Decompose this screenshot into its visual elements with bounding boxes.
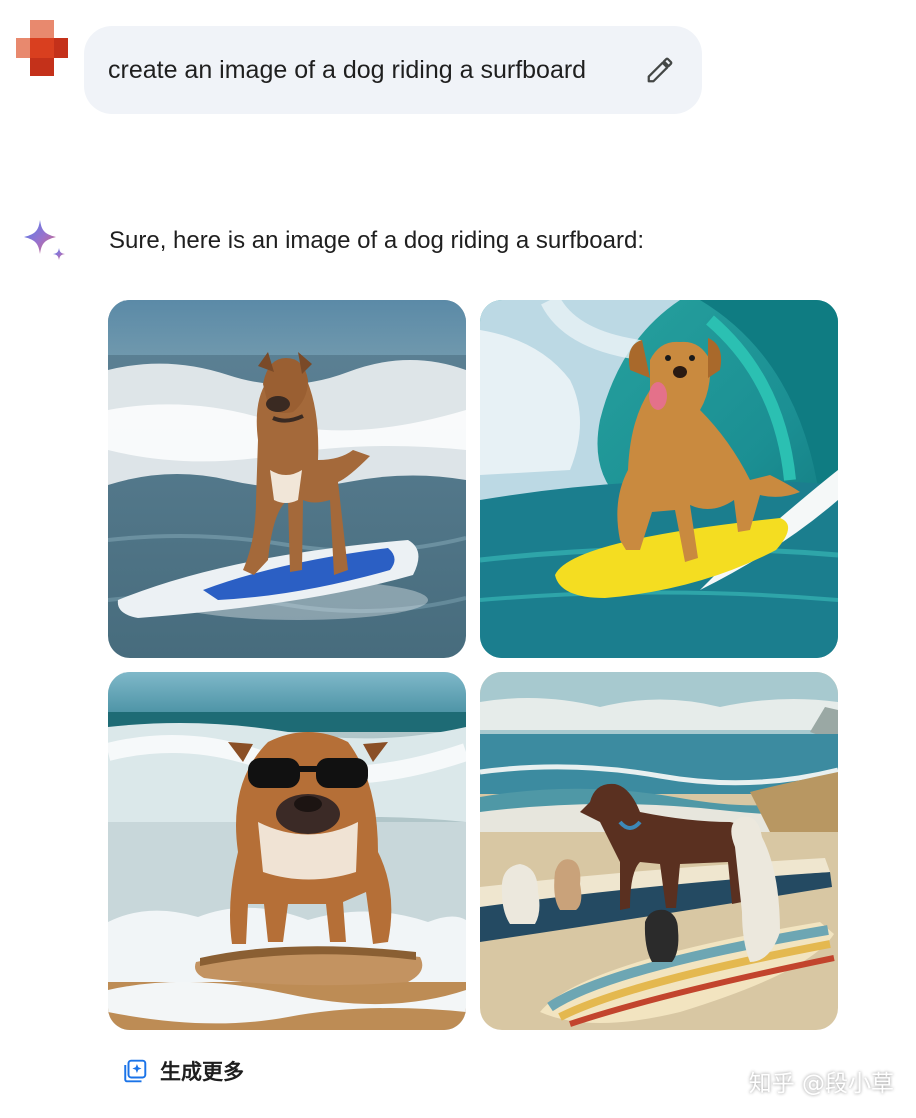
assistant-response-text: Sure, here is an image of a dog riding a… (109, 227, 644, 254)
user-prompt-bubble: create an image of a dog riding a surfbo… (84, 26, 702, 114)
generated-image-4[interactable] (480, 672, 838, 1030)
generated-image-1[interactable] (108, 300, 466, 658)
generate-more-label: 生成更多 (160, 1060, 244, 1084)
pencil-icon (647, 57, 673, 83)
user-avatar (16, 20, 70, 76)
gemini-sparkle-icon (22, 218, 68, 266)
edit-prompt-button[interactable] (642, 52, 678, 88)
red-cross-avatar-icon (16, 20, 68, 76)
generated-images-grid (108, 300, 838, 1030)
generated-image-3[interactable] (108, 672, 466, 1030)
watermark: 知乎 @段小草 (748, 1071, 894, 1097)
generate-more-icon (124, 1059, 147, 1083)
prompt-text: create an image of a dog riding a surfbo… (108, 55, 587, 84)
generated-image-2[interactable] (480, 300, 838, 658)
generate-more-button[interactable]: 生成更多 (122, 1056, 244, 1086)
